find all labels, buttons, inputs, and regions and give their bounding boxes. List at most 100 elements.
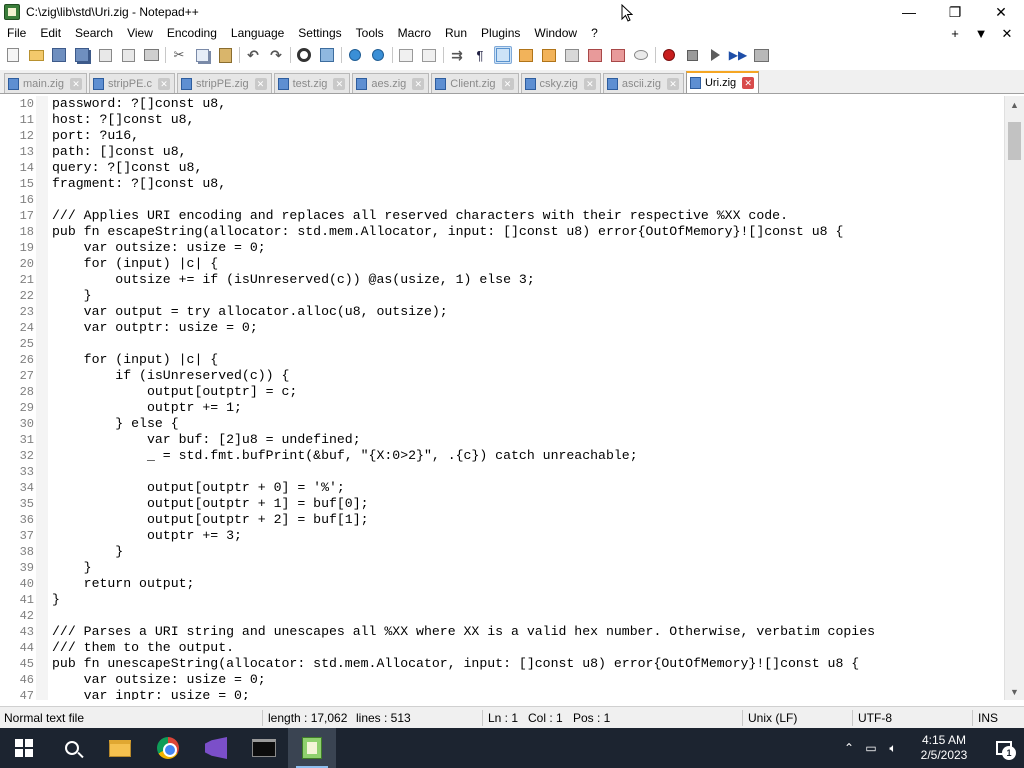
line-text[interactable]: outsize += if (isUnreserved(c)) @as(usiz… [52, 272, 534, 288]
lang-define-icon[interactable] [517, 46, 535, 64]
code-line[interactable]: 13 path: []const u8, [0, 144, 1004, 160]
code-line[interactable]: 39 } [0, 560, 1004, 576]
code-line[interactable]: 38 } [0, 544, 1004, 560]
redo-icon[interactable]: ↷ [267, 46, 285, 64]
doc-map-icon[interactable] [540, 46, 558, 64]
code-line[interactable]: 19 var outsize: usize = 0; [0, 240, 1004, 256]
replace-icon[interactable] [318, 46, 336, 64]
sync-vertical-icon[interactable] [397, 46, 415, 64]
scroll-down-arrow-icon[interactable]: ▼ [1005, 683, 1024, 700]
new-tab-button[interactable]: + [942, 26, 968, 41]
tab-close-icon[interactable]: ✕ [666, 77, 679, 90]
tab-close-icon[interactable]: ✕ [157, 77, 170, 90]
line-text[interactable]: var buf: [2]u8 = undefined; [52, 432, 361, 448]
folder-open-icon[interactable] [609, 46, 627, 64]
code-line[interactable]: 12 port: ?u16, [0, 128, 1004, 144]
monitoring-icon[interactable] [632, 46, 650, 64]
code-line[interactable]: 40 return output; [0, 576, 1004, 592]
code-line[interactable]: 16 [0, 192, 1004, 208]
code-line[interactable]: 26 for (input) |c| { [0, 352, 1004, 368]
volume-icon[interactable]: 🔈︎ [882, 728, 904, 768]
find-icon[interactable] [295, 46, 313, 64]
code-line[interactable]: 20 for (input) |c| { [0, 256, 1004, 272]
status-encoding[interactable]: UTF-8 [858, 707, 892, 729]
start-icon[interactable] [0, 728, 48, 768]
close-doc-button[interactable]: ✕ [994, 26, 1020, 42]
tab-test-zig[interactable]: test.zig ✕ [273, 73, 351, 93]
code-line[interactable]: 31 var buf: [2]u8 = undefined; [0, 432, 1004, 448]
menu-view[interactable]: View [120, 24, 160, 43]
code-line[interactable]: 41} [0, 592, 1004, 608]
code-line[interactable]: 18 pub fn escapeString(allocator: std.mem… [0, 224, 1004, 240]
paste-icon[interactable] [216, 46, 234, 64]
show-all-chars-icon[interactable]: ¶ [471, 46, 489, 64]
code-editor[interactable]: 10 password: ?[]const u8, 11 host: ?[]const… [0, 96, 1024, 700]
line-text[interactable]: var outptr: usize = 0; [52, 320, 258, 336]
menu-run[interactable]: Run [438, 24, 474, 43]
line-text[interactable]: return output; [52, 576, 195, 592]
line-text[interactable]: /// Applies URI encoding and replaces al… [52, 208, 788, 224]
close-button[interactable]: ✕ [978, 0, 1024, 24]
clock[interactable]: 4:15 AM 2/5/2023 [904, 733, 984, 763]
run-macro-multiple-icon[interactable]: ▶▶ [729, 46, 747, 64]
line-text[interactable]: } [52, 560, 92, 576]
search-icon[interactable] [48, 728, 96, 768]
line-text[interactable]: query: ?[]const u8, [52, 160, 202, 176]
code-line[interactable]: 46 var outsize: usize = 0; [0, 672, 1004, 688]
close-all-icon[interactable] [119, 46, 137, 64]
code-line[interactable]: 21 outsize += if (isUnreserved(c)) @as(u… [0, 272, 1004, 288]
menu-help[interactable]: ? [584, 24, 605, 43]
chevron-up-icon[interactable]: ⌃ [838, 728, 860, 768]
scrollbar-thumb[interactable] [1008, 122, 1021, 160]
chrome-icon[interactable] [144, 728, 192, 768]
status-eol[interactable]: Unix (LF) [748, 707, 797, 729]
line-text[interactable]: } [52, 288, 92, 304]
zoom-in-icon[interactable] [346, 46, 364, 64]
line-text[interactable]: fragment: ?[]const u8, [52, 176, 226, 192]
tab-aes-zig[interactable]: aes.zig ✕ [352, 73, 430, 93]
code-line[interactable]: 47 var inptr: usize = 0; [0, 688, 1004, 700]
tab-list-button[interactable]: ▼ [968, 26, 994, 41]
line-text[interactable]: var outsize: usize = 0; [52, 672, 266, 688]
record-macro-icon[interactable] [660, 46, 678, 64]
code-line[interactable]: 25 [0, 336, 1004, 352]
open-file-icon[interactable] [27, 46, 45, 64]
zoom-out-icon[interactable] [369, 46, 387, 64]
code-line[interactable]: 29 outptr += 1; [0, 400, 1004, 416]
copy-icon[interactable] [193, 46, 211, 64]
scroll-up-arrow-icon[interactable]: ▲ [1005, 96, 1024, 113]
network-icon[interactable]: ▭ [860, 728, 882, 768]
code-line[interactable]: 43 /// Parses a URI string and unescapes … [0, 624, 1004, 640]
print-icon[interactable] [142, 46, 160, 64]
line-text[interactable]: for (input) |c| { [52, 352, 219, 368]
minimize-button[interactable]: — [886, 0, 932, 24]
undo-icon[interactable]: ↶ [244, 46, 262, 64]
code-line[interactable]: 42 [0, 608, 1004, 624]
code-line[interactable]: 27 if (isUnreserved(c)) { [0, 368, 1004, 384]
visual-studio-icon[interactable] [192, 728, 240, 768]
line-text[interactable]: _ = std.fmt.bufPrint(&buf, "{X:0>2}", .{… [52, 448, 638, 464]
sync-horizontal-icon[interactable] [420, 46, 438, 64]
code-line[interactable]: 36 output[outptr + 2] = buf[1]; [0, 512, 1004, 528]
code-line[interactable]: 17 /// Applies URI encoding and replaces … [0, 208, 1004, 224]
menu-edit[interactable]: Edit [33, 24, 68, 43]
line-text[interactable]: var outsize: usize = 0; [52, 240, 266, 256]
code-line[interactable]: 37 outptr += 3; [0, 528, 1004, 544]
tab-strippe-c[interactable]: stripPE.c ✕ [88, 73, 175, 93]
save-macro-icon[interactable] [752, 46, 770, 64]
code-line[interactable]: 44 /// them to the output. [0, 640, 1004, 656]
menu-plugins[interactable]: Plugins [474, 24, 527, 43]
line-text[interactable]: path: []const u8, [52, 144, 187, 160]
line-text[interactable]: outptr += 1; [52, 400, 242, 416]
indent-guide-icon[interactable] [494, 46, 512, 64]
code-line[interactable]: 11 host: ?[]const u8, [0, 112, 1004, 128]
maximize-button[interactable]: ❐ [932, 0, 978, 24]
tab-ascii-zig[interactable]: ascii.zig ✕ [602, 73, 684, 93]
line-text[interactable]: for (input) |c| { [52, 256, 219, 272]
stop-macro-icon[interactable] [683, 46, 701, 64]
code-line[interactable]: 24 var outptr: usize = 0; [0, 320, 1004, 336]
menu-file[interactable]: File [0, 24, 33, 43]
line-text[interactable]: pub fn escapeString(allocator: std.mem.A… [52, 224, 843, 240]
code-line[interactable]: 35 output[outptr + 1] = buf[0]; [0, 496, 1004, 512]
play-macro-icon[interactable] [706, 46, 724, 64]
